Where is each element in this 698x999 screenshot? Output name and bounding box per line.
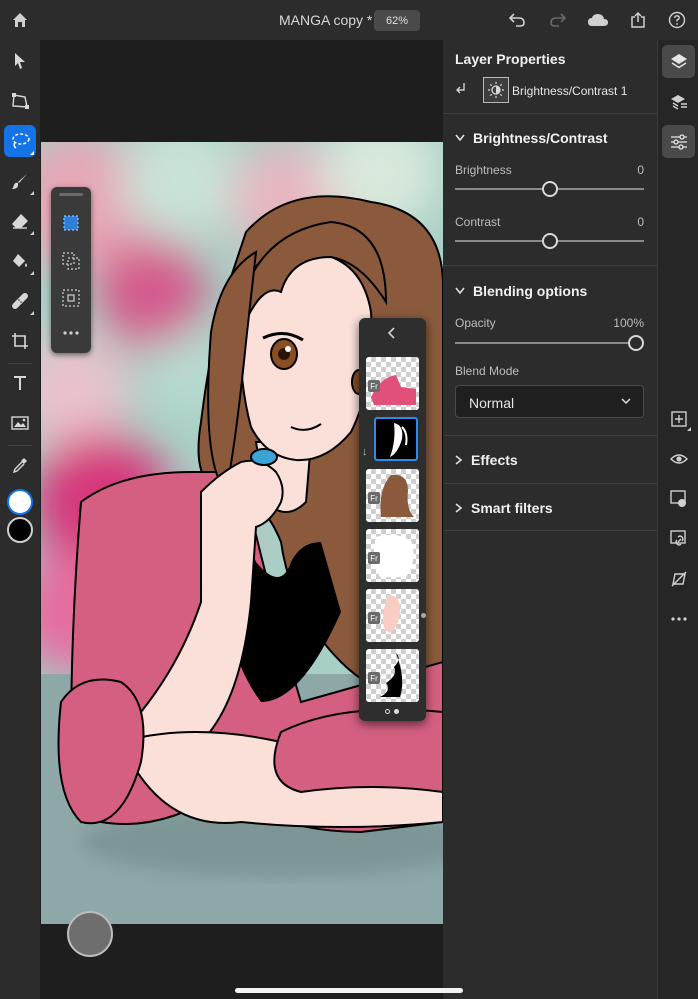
home-indicator[interactable] <box>235 988 463 993</box>
subtract-selection-icon[interactable] <box>59 286 83 310</box>
layer-thumbnail[interactable]: Fr <box>366 357 419 410</box>
brightness-contrast-section-header[interactable]: Brightness/Contrast <box>455 130 608 146</box>
contrast-slider-knob[interactable] <box>541 233 558 249</box>
section-divider <box>443 435 657 436</box>
effects-section-header[interactable]: Effects <box>455 452 518 468</box>
help-icon[interactable] <box>667 10 687 30</box>
share-icon[interactable] <box>628 10 648 30</box>
undo-icon[interactable] <box>507 10 527 30</box>
blending-options-section-header[interactable]: Blending options <box>455 283 587 299</box>
home-icon[interactable] <box>10 10 30 30</box>
layers-panel-icon[interactable] <box>662 45 695 78</box>
chevron-right-icon <box>455 455 463 465</box>
opacity-slider-knob[interactable] <box>628 335 644 351</box>
layer-badge: Fr <box>368 672 380 684</box>
clip-to-layer-icon[interactable] <box>455 82 467 101</box>
brush-tool-icon[interactable] <box>4 165 36 197</box>
cloud-icon[interactable] <box>586 10 610 30</box>
page-dot[interactable] <box>385 709 390 714</box>
link-layers-icon[interactable] <box>662 522 695 555</box>
brightness-adjustment-icon <box>483 77 509 103</box>
clear-selection-icon[interactable] <box>662 562 695 595</box>
contrast-slider[interactable] <box>455 233 644 249</box>
add-to-selection-icon[interactable] <box>59 249 83 273</box>
panel-grip[interactable] <box>59 193 83 196</box>
submenu-corner <box>687 427 691 431</box>
chevron-right-icon <box>455 503 463 513</box>
layer-properties-panel: Layer Properties Brightness/Contrast 1 B… <box>443 40 657 999</box>
paint-bucket-tool-icon[interactable] <box>4 245 36 277</box>
brightness-value[interactable]: 0 <box>637 163 644 177</box>
visibility-eye-icon[interactable] <box>662 442 695 475</box>
healing-tool-icon[interactable] <box>4 285 36 317</box>
opacity-slider[interactable] <box>455 335 644 351</box>
layer-badge: Fr <box>368 380 380 392</box>
layer-badge: Fr <box>368 612 380 624</box>
zoom-level[interactable]: 62% <box>374 10 420 31</box>
layer-thumbnail[interactable]: Fr <box>366 649 419 702</box>
background-color-swatch[interactable] <box>7 517 33 543</box>
chevron-down-icon <box>455 134 465 142</box>
touch-shortcut-button[interactable] <box>67 911 113 957</box>
photoshop-app: MANGA copy * 62% Fr ↓ Fr Fr Fr Fr Layer … <box>0 0 698 999</box>
crop-tool-icon[interactable] <box>4 325 36 357</box>
eraser-tool-icon[interactable] <box>4 205 36 237</box>
layer-badge: Fr <box>368 552 380 564</box>
left-toolbar <box>0 40 40 999</box>
type-tool-icon[interactable] <box>4 367 36 399</box>
layer-badge: Fr <box>368 492 380 504</box>
document-title[interactable]: MANGA copy * <box>279 12 372 28</box>
move-tool-icon[interactable] <box>4 45 36 77</box>
selection-options-panel <box>51 187 91 353</box>
layer-connector-dot <box>421 613 426 618</box>
opacity-label: Opacity <box>455 316 496 330</box>
brightness-slider[interactable] <box>455 181 644 197</box>
right-rail <box>657 40 698 999</box>
foreground-color-swatch[interactable] <box>7 489 33 515</box>
section-divider <box>443 530 657 531</box>
opacity-value[interactable]: 100% <box>613 316 644 330</box>
panel-title: Layer Properties <box>455 51 566 67</box>
brightness-label: Brightness <box>455 163 512 177</box>
brightness-slider-knob[interactable] <box>541 181 558 197</box>
smart-filters-section-header[interactable]: Smart filters <box>455 500 553 516</box>
more-options-icon[interactable] <box>662 602 695 635</box>
adjustment-layer-mask-thumbnail[interactable] <box>374 417 418 461</box>
layers-strip: Fr ↓ Fr Fr Fr Fr <box>359 318 426 721</box>
more-icon[interactable] <box>59 321 83 345</box>
layer-thumbnail[interactable]: Fr <box>366 529 419 582</box>
clip-arrow-icon: ↓ <box>362 446 368 458</box>
toolbar-divider <box>8 363 32 364</box>
section-divider <box>443 265 657 266</box>
adjustments-properties-icon[interactable] <box>662 125 695 158</box>
contrast-label: Contrast <box>455 215 501 229</box>
toolbar-divider <box>8 445 32 446</box>
chevron-down-icon <box>621 398 631 405</box>
layer-thumbnail[interactable]: Fr <box>366 589 419 642</box>
layer-name: Brightness/Contrast 1 <box>512 84 628 98</box>
mask-icon[interactable] <box>662 482 695 515</box>
page-dot-active[interactable] <box>394 709 399 714</box>
chevron-left-icon[interactable] <box>385 326 399 340</box>
place-image-icon[interactable] <box>4 407 36 439</box>
section-divider <box>443 113 657 114</box>
blend-mode-label: Blend Mode <box>455 364 520 378</box>
chevron-down-icon <box>455 287 465 295</box>
transform-tool-icon[interactable] <box>4 85 36 117</box>
layer-details-icon[interactable] <box>662 85 695 118</box>
new-selection-icon[interactable] <box>59 211 83 235</box>
top-bar: MANGA copy * 62% <box>0 0 698 40</box>
section-divider <box>443 483 657 484</box>
layer-page-indicator[interactable] <box>385 709 399 714</box>
eyedropper-tool-icon[interactable] <box>4 449 36 481</box>
layer-thumbnail[interactable]: Fr <box>366 469 419 522</box>
redo-icon[interactable] <box>548 10 568 30</box>
blend-mode-select[interactable]: Normal <box>455 385 644 418</box>
contrast-value[interactable]: 0 <box>637 215 644 229</box>
blend-mode-value: Normal <box>469 395 515 411</box>
selected-layer-row[interactable]: Brightness/Contrast 1 <box>455 77 650 105</box>
lasso-tool-icon[interactable] <box>4 125 36 157</box>
